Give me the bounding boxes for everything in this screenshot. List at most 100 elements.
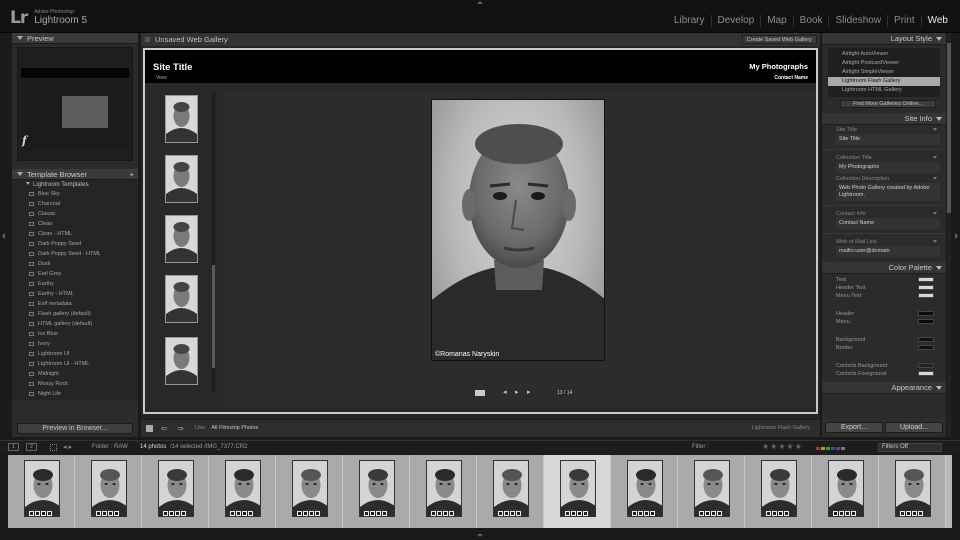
filmstrip-cell[interactable] xyxy=(276,455,343,528)
gallery-thumbnail[interactable] xyxy=(165,337,198,385)
template-item[interactable]: Earthy - HTML xyxy=(12,289,138,299)
layout-style-item[interactable]: Lightroom HTML Gallery xyxy=(828,86,940,95)
template-item[interactable]: Ivory xyxy=(12,339,138,349)
second-window-button[interactable]: 2 xyxy=(26,443,37,451)
field-input[interactable]: Contact Name xyxy=(836,218,940,230)
next-icon[interactable]: ▸ xyxy=(527,388,531,396)
field-input[interactable]: My Photographs xyxy=(836,162,940,174)
field-input[interactable]: mailto:user@domain xyxy=(836,246,940,258)
template-item[interactable]: Midnight xyxy=(12,369,138,379)
site-info-header[interactable]: Site Info xyxy=(822,113,946,125)
color-swatch[interactable] xyxy=(918,293,934,298)
gallery-thumbnail[interactable] xyxy=(165,215,198,263)
color-swatch[interactable] xyxy=(918,285,934,290)
selection-info[interactable]: /14 selected /IMG_7377.CR2 xyxy=(170,444,247,450)
right-panel-scrollbar[interactable] xyxy=(947,33,951,437)
forward-arrow-icon[interactable]: ⇒ xyxy=(177,424,184,433)
preview-in-browser-button[interactable]: Preview in Browser... xyxy=(17,423,133,434)
gallery-thumbnail[interactable] xyxy=(165,155,198,203)
color-swatch[interactable] xyxy=(918,371,934,376)
template-item[interactable]: Earl Grey xyxy=(12,269,138,279)
grid-view-icon[interactable] xyxy=(50,444,57,451)
back-arrow-icon[interactable]: ⇐ xyxy=(161,424,168,433)
field-input[interactable]: Web Photo Gallery created by Adobe Light… xyxy=(836,183,940,202)
color-swatch[interactable] xyxy=(918,319,934,324)
color-label-filter[interactable] xyxy=(816,446,846,452)
template-item[interactable]: Charcoal xyxy=(12,199,138,209)
collapse-left-arrow-icon[interactable] xyxy=(2,233,5,239)
layout-style-item[interactable]: Airtight PostcardViewer xyxy=(828,59,940,68)
color-swatch[interactable] xyxy=(918,277,934,282)
layout-style-item[interactable]: Airtight AutoViewer xyxy=(828,50,940,59)
color-swatch[interactable] xyxy=(918,311,934,316)
field-dropdown-icon[interactable] xyxy=(933,212,937,215)
layout-style-item[interactable]: Lightroom Flash Gallery xyxy=(828,77,940,86)
filmstrip-cell[interactable] xyxy=(745,455,812,528)
filmstrip-cell[interactable] xyxy=(75,455,142,528)
previous-icon[interactable]: ◂ xyxy=(503,388,507,396)
find-more-galleries-button[interactable]: Find More Galleries Online... xyxy=(840,100,936,108)
nav-arrows-icon[interactable]: ◂ ▸ xyxy=(63,443,72,451)
template-item[interactable]: Dusk xyxy=(12,259,138,269)
use-selector[interactable]: Use: All Filmstrip Photos xyxy=(195,425,258,431)
field-dropdown-icon[interactable] xyxy=(933,156,937,159)
filmstrip-cell[interactable] xyxy=(879,455,946,528)
template-item[interactable]: Classic xyxy=(12,209,138,219)
template-item[interactable]: Lightroom UI xyxy=(12,349,138,359)
filmstrip-cell[interactable] xyxy=(142,455,209,528)
template-item[interactable]: Clean - HTML xyxy=(12,229,138,239)
appearance-header[interactable]: Appearance xyxy=(822,382,946,394)
source-folder[interactable]: Folder : RAW xyxy=(92,444,128,450)
field-input[interactable]: Site Title xyxy=(836,134,940,146)
filmstrip-cell[interactable] xyxy=(477,455,544,528)
filter-preset-select[interactable]: Filters Off xyxy=(878,443,942,452)
template-item[interactable]: Clean xyxy=(12,219,138,229)
module-print[interactable]: Print xyxy=(887,15,921,27)
gallery-thumbnail[interactable] xyxy=(165,275,198,323)
module-map[interactable]: Map xyxy=(760,15,792,27)
template-item[interactable]: Blue Sky xyxy=(12,189,138,199)
field-dropdown-icon[interactable] xyxy=(933,128,937,131)
template-item[interactable]: Earthy xyxy=(12,279,138,289)
create-saved-gallery-button[interactable]: Create Saved Web Gallery xyxy=(741,35,817,44)
preview-panel-header[interactable]: Preview xyxy=(12,33,138,44)
template-item[interactable]: Flash gallery (default) xyxy=(12,309,138,319)
filmstrip-cell[interactable] xyxy=(678,455,745,528)
main-photo[interactable]: ©Romanas Naryskin xyxy=(431,99,605,361)
collapse-right-arrow-icon[interactable] xyxy=(955,233,958,239)
filmstrip-cell[interactable] xyxy=(8,455,75,528)
template-item[interactable]: HTML gallery (default) xyxy=(12,319,138,329)
gallery-thumbnail[interactable] xyxy=(165,95,198,143)
filmstrip-cell[interactable] xyxy=(812,455,879,528)
template-item[interactable]: Exif metadata xyxy=(12,299,138,309)
layout-style-item[interactable]: Airtight SimpleViewer xyxy=(828,68,940,77)
template-item[interactable]: Ice Blue xyxy=(12,329,138,339)
color-palette-header[interactable]: Color Palette xyxy=(822,262,946,274)
template-browser-header[interactable]: Template Browser + xyxy=(12,169,138,180)
contact-name-link[interactable]: Contact Name xyxy=(774,75,808,81)
collapse-bottom-arrow-icon[interactable] xyxy=(477,534,483,537)
module-slideshow[interactable]: Slideshow xyxy=(828,15,887,27)
filmstrip-cell[interactable] xyxy=(209,455,276,528)
thumb-scroll-handle[interactable] xyxy=(212,265,215,368)
template-item[interactable]: Dark Poppy Seed xyxy=(12,239,138,249)
play-icon[interactable]: ▸ xyxy=(515,388,519,396)
view-menu[interactable]: View xyxy=(156,75,167,81)
filmstrip-cell[interactable] xyxy=(611,455,678,528)
template-item[interactable]: Mossy Rock xyxy=(12,379,138,389)
upload-button[interactable]: Upload... xyxy=(885,422,943,433)
info-toggle-icon[interactable] xyxy=(475,390,485,396)
module-library[interactable]: Library xyxy=(668,15,711,27)
template-item[interactable]: Lightroom UI - HTML xyxy=(12,359,138,369)
module-book[interactable]: Book xyxy=(792,15,829,27)
color-swatch[interactable] xyxy=(918,337,934,342)
field-dropdown-icon[interactable] xyxy=(933,177,937,180)
main-window-button[interactable]: 1 xyxy=(8,443,19,451)
color-swatch[interactable] xyxy=(918,363,934,368)
rating-filter-stars[interactable]: ★★★★★ xyxy=(762,442,803,451)
filmstrip-cell[interactable] xyxy=(544,455,611,528)
export-button[interactable]: Export... xyxy=(825,422,883,433)
color-swatch[interactable] xyxy=(918,345,934,350)
template-item[interactable]: Paper White xyxy=(12,399,138,400)
filmstrip-cell[interactable] xyxy=(410,455,477,528)
